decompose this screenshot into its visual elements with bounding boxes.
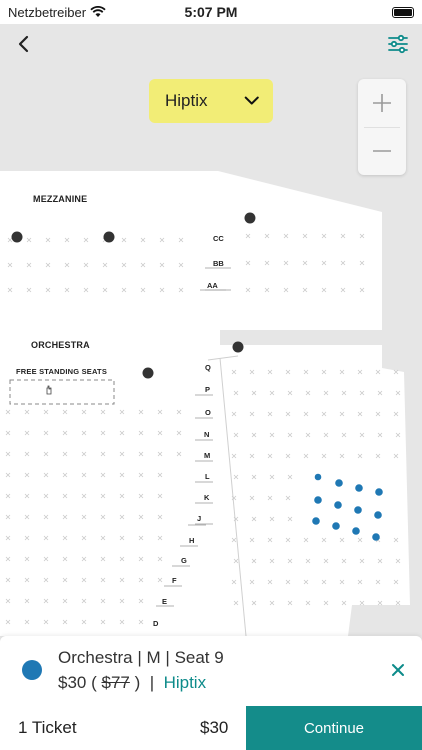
vendor-dropdown-label: Hiptix [165,91,208,110]
seat-vendor-link[interactable]: Hiptix [164,673,207,692]
row-label-e: E [162,597,168,606]
wifi-icon [90,6,106,17]
chevron-down-icon [244,96,259,105]
seat-detail-panel: Orchestra | M | Seat 9 $30 ( $77 ) | Hip… [0,636,422,706]
carrier-name: Netzbetreiber [8,4,87,20]
zoom-in-button[interactable] [358,79,406,127]
battery-icon [392,6,414,18]
seat-location: Orchestra | M | Seat 9 [58,648,224,667]
ticket-count: 1 Ticket [18,718,77,737]
section-label-orchestra: ORCHESTRA [31,340,90,350]
hand-icon [46,385,52,395]
section-label-free-standing: FREE STANDING SEATS [16,367,108,376]
ticket-total: $30 [200,718,229,737]
row-label-cc: CC [213,234,224,243]
row-label-l: L [205,472,210,481]
seat-original-price: $77 [101,673,130,692]
row-label-q: Q [205,363,211,372]
back-button[interactable] [12,32,36,56]
row-label-g: G [181,556,187,565]
row-label-m: M [204,451,211,460]
section-label-mezzanine: MEZZANINE [33,194,88,204]
selected-seat-indicator [22,660,42,680]
row-label-o: O [205,408,211,417]
row-label-n: N [204,430,210,439]
zoom-controls [358,79,406,175]
vendor-dropdown[interactable]: Hiptix [149,79,273,123]
seat-row: M [146,648,161,667]
row-label-j: J [197,514,202,523]
close-icon[interactable] [390,662,406,678]
seat-number: Seat 9 [174,648,224,667]
seat-price-line: $30 ( $77 ) | Hiptix [58,673,207,692]
status-bar: Netzbetreiber 5:07 PM [0,0,422,24]
row-label-bb: BB [213,259,224,268]
filter-sliders-button[interactable] [386,32,410,56]
row-label-h: H [189,536,195,545]
row-label-aa: AA [207,281,218,290]
row-label-f: F [172,576,177,585]
row-label-d: D [153,619,159,628]
plus-icon [373,93,391,112]
checkout-bar: 1 Ticket $30 Continue [0,706,422,750]
continue-button[interactable]: Continue [246,706,422,750]
seat-section: Orchestra [58,648,133,667]
row-label-k: K [204,493,210,502]
zoom-out-button[interactable] [358,128,406,176]
minus-icon [373,150,391,153]
row-label-p: P [205,385,211,394]
seat-price: $30 [58,673,87,692]
